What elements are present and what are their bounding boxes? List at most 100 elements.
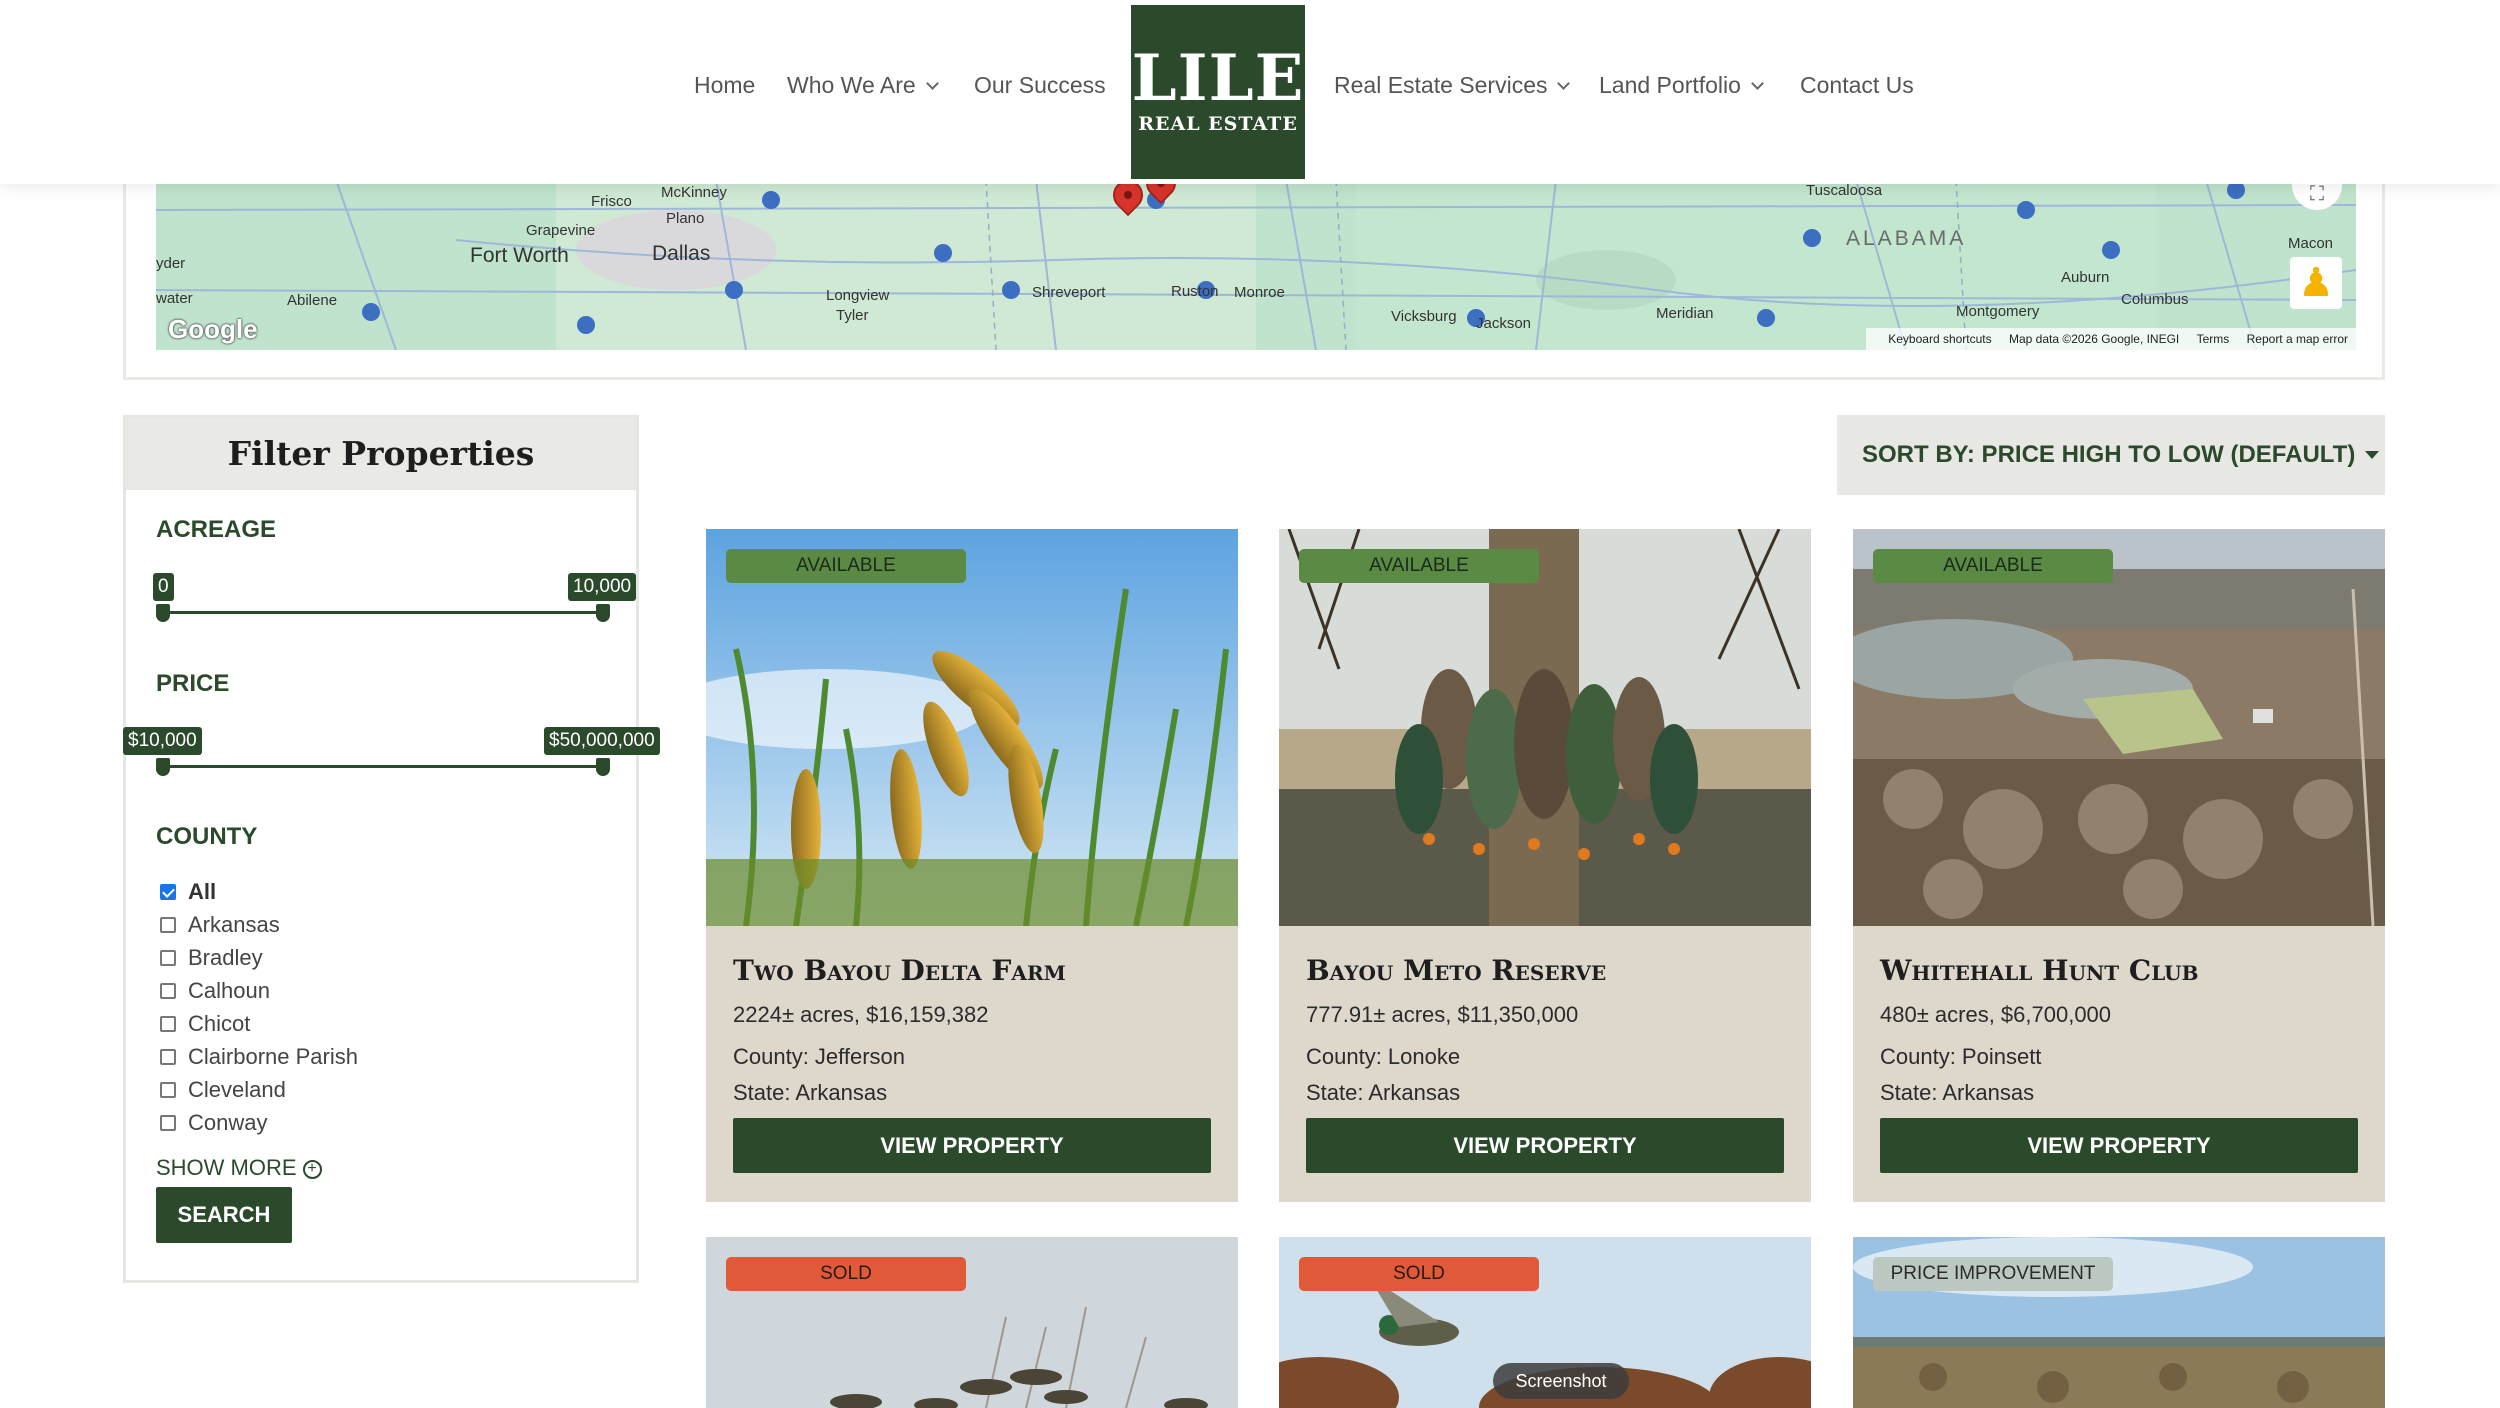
- county-option-calhoun[interactable]: Calhoun: [160, 978, 270, 1004]
- nav-contact-us[interactable]: Contact Us: [1800, 72, 1914, 99]
- map-city-label: Ruston: [1171, 283, 1219, 300]
- acreage-max-value: 10,000: [568, 573, 637, 601]
- show-more-link[interactable]: SHOW MORE +: [156, 1155, 322, 1181]
- map-city-label: Vicksburg: [1391, 308, 1457, 325]
- terms-link[interactable]: Terms: [2197, 332, 2230, 346]
- nav-home[interactable]: Home: [694, 72, 755, 99]
- property-card[interactable]: SOLD: [706, 1237, 1238, 1408]
- google-logo: Google: [168, 314, 258, 344]
- map-city-label: water: [156, 290, 193, 307]
- keyboard-shortcuts-link[interactable]: Keyboard shortcuts: [1888, 332, 1991, 346]
- checkbox[interactable]: [160, 1082, 176, 1098]
- property-county: County: Lonoke: [1306, 1044, 1461, 1069]
- acreage-slider-track[interactable]: [163, 611, 603, 614]
- map-city-label: Jackson: [1476, 315, 1532, 332]
- acreage-min-handle[interactable]: [156, 604, 170, 622]
- county-option-all[interactable]: All: [160, 879, 216, 905]
- nav-land-portfolio-label: Land Portfolio: [1599, 72, 1741, 98]
- logo-text-line2: REAL ESTATE: [1138, 113, 1298, 135]
- acreage-label: ACREAGE: [156, 516, 277, 543]
- property-acres-price: 2224± acres, $16,159,382: [733, 1002, 989, 1027]
- map-city-label: Monroe: [1234, 284, 1285, 301]
- checkbox[interactable]: [160, 884, 176, 900]
- property-card[interactable]: AVAILABLE Two Bayou Delta Farm 2224± acr…: [706, 529, 1238, 1202]
- chevron-down-icon: [925, 77, 939, 90]
- view-property-button[interactable]: VIEW PROPERTY: [1306, 1118, 1784, 1173]
- filter-title: Filter Properties: [126, 418, 636, 490]
- property-county: County: Jefferson: [733, 1044, 906, 1069]
- map-city-label: Frisco: [591, 193, 632, 210]
- property-title[interactable]: Two Bayou Delta Farm: [733, 954, 1066, 987]
- county-option-chicot[interactable]: Chicot: [160, 1011, 250, 1037]
- checkbox[interactable]: [160, 983, 176, 999]
- sort-dropdown[interactable]: SORT BY: PRICE HIGH TO LOW (DEFAULT): [1837, 415, 2385, 495]
- map-city-label: Fort Worth: [470, 244, 569, 267]
- acreage-max-handle[interactable]: [596, 604, 610, 622]
- nav-land-portfolio[interactable]: Land Portfolio: [1599, 72, 1764, 99]
- county-option-arkansas[interactable]: Arkansas: [160, 912, 280, 938]
- checkbox[interactable]: [160, 917, 176, 933]
- status-badge: SOLD: [726, 1257, 966, 1291]
- map-city-label: Shreveport: [1032, 284, 1106, 301]
- nav-who-we-are-label: Who We Are: [787, 72, 916, 98]
- property-card[interactable]: AVAILABLE Bayou Meto Reserve 777.91± acr…: [1279, 529, 1811, 1202]
- checkbox[interactable]: [160, 1049, 176, 1065]
- nav-real-estate-services[interactable]: Real Estate Services: [1334, 72, 1571, 99]
- county-option-clairborne-parish[interactable]: Clairborne Parish: [160, 1044, 358, 1070]
- map-city-label: yder: [156, 255, 186, 272]
- county-option-cleveland[interactable]: Cleveland: [160, 1077, 286, 1103]
- sort-label: SORT BY: PRICE HIGH TO LOW (DEFAULT): [1862, 441, 2356, 468]
- property-map[interactable]: Frisco McKinney Plano Grapevine Fort Wor…: [156, 180, 2356, 350]
- logo-text-line1: LILE: [1131, 41, 1305, 116]
- price-slider-track[interactable]: [163, 765, 603, 768]
- county-option-bradley[interactable]: Bradley: [160, 945, 263, 971]
- nav-real-estate-services-label: Real Estate Services: [1334, 72, 1548, 98]
- property-county: County: Poinsett: [1880, 1044, 2042, 1069]
- property-image-rice-field[interactable]: AVAILABLE: [706, 529, 1238, 926]
- map-city-label: Grapevine: [526, 222, 596, 239]
- nav-our-success[interactable]: Our Success: [974, 72, 1106, 99]
- map-city-label: Abilene: [287, 292, 338, 309]
- price-max-handle[interactable]: [596, 758, 610, 776]
- property-acres-price: 777.91± acres, $11,350,000: [1306, 1002, 1579, 1027]
- property-state: State: Arkansas: [1880, 1080, 2035, 1105]
- checkbox[interactable]: [160, 950, 176, 966]
- view-property-button[interactable]: VIEW PROPERTY: [1880, 1118, 2358, 1173]
- property-image-ducks[interactable]: AVAILABLE: [1279, 529, 1811, 926]
- nav-who-we-are[interactable]: Who We Are: [787, 72, 939, 99]
- property-image-aerial[interactable]: AVAILABLE: [1853, 529, 2385, 926]
- property-photo: [1853, 529, 2385, 926]
- pegman-icon[interactable]: ♟: [2290, 257, 2342, 309]
- county-option-label: Calhoun: [188, 978, 270, 1003]
- property-image-landscape[interactable]: PRICE IMPROVEMENT: [1853, 1237, 2385, 1408]
- map-city-label: Tyler: [836, 307, 869, 324]
- property-state: State: Arkansas: [1306, 1080, 1461, 1105]
- search-button[interactable]: SEARCH: [156, 1187, 292, 1243]
- property-card[interactable]: AVAILABLE Whitehall Hunt Club 480± acres…: [1853, 529, 2385, 1202]
- screenshot-tooltip[interactable]: Screenshot: [1493, 1363, 1629, 1399]
- map-city-label: Montgomery: [1956, 303, 2040, 320]
- property-card[interactable]: PRICE IMPROVEMENT: [1853, 1237, 2385, 1408]
- status-badge: PRICE IMPROVEMENT: [1873, 1257, 2113, 1291]
- county-option-conway[interactable]: Conway: [160, 1110, 267, 1136]
- property-photo: [1279, 529, 1811, 926]
- map-attribution: Keyboard shortcuts Map data ©2026 Google…: [1866, 328, 2356, 350]
- checkbox[interactable]: [160, 1016, 176, 1032]
- property-acres-price: 480± acres, $6,700,000: [1880, 1002, 2112, 1027]
- property-state: State: Arkansas: [733, 1080, 888, 1105]
- view-property-button[interactable]: VIEW PROPERTY: [733, 1118, 1211, 1173]
- site-header: Home Who We Are Our Success LILE REAL ES…: [0, 0, 2500, 184]
- property-title[interactable]: Whitehall Hunt Club: [1880, 954, 2199, 987]
- status-badge: AVAILABLE: [1299, 549, 1539, 583]
- property-image-ducks-flying[interactable]: SOLD: [706, 1237, 1238, 1408]
- map-data-text: Map data ©2026 Google, INEGI: [2008, 332, 2180, 346]
- map-city-label: Auburn: [2061, 269, 2110, 286]
- property-title[interactable]: Bayou Meto Reserve: [1306, 954, 1606, 987]
- checkbox[interactable]: [160, 1115, 176, 1131]
- map-city-label: Dallas: [652, 242, 711, 265]
- report-map-error-link[interactable]: Report a map error: [2247, 332, 2348, 346]
- site-logo[interactable]: LILE REAL ESTATE: [1131, 5, 1305, 179]
- price-min-value: $10,000: [123, 727, 202, 755]
- price-min-handle[interactable]: [156, 758, 170, 776]
- filter-panel: Filter Properties ACREAGE 0 10,000 PRICE…: [123, 415, 660, 1283]
